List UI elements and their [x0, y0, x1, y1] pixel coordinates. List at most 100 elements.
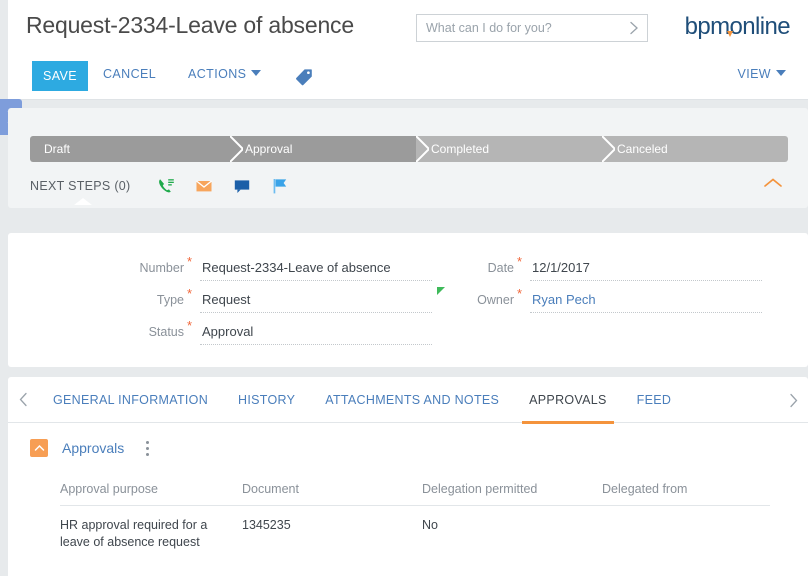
field-status: Status * Approval: [116, 319, 432, 345]
record-fields-card: Number * Request-2334-Leave of absence Ty…: [8, 233, 808, 367]
column-header-delegation-permitted: Delegation permitted: [422, 482, 538, 496]
chevron-up-icon: [764, 178, 782, 187]
tab-feed[interactable]: FEED: [622, 377, 687, 423]
toolbar: SAVE CANCEL ACTIONS VIEW: [8, 56, 808, 100]
section-title[interactable]: Approvals: [62, 440, 124, 456]
tab-label: GENERAL INFORMATION: [53, 392, 209, 407]
stage-completed[interactable]: Completed: [416, 136, 615, 162]
detail-tabs-card: GENERAL INFORMATION HISTORY ATTACHMENTS …: [8, 377, 808, 576]
collapse-stage-panel-button[interactable]: [762, 176, 784, 192]
approvals-grid: Approval purpose Document Delegation per…: [60, 482, 770, 551]
next-steps-label: NEXT STEPS (0): [30, 179, 131, 193]
cancel-button[interactable]: CANCEL: [103, 67, 156, 81]
dot: [145, 446, 149, 450]
tag-icon[interactable]: [295, 68, 313, 86]
field-label: Number *: [116, 255, 192, 275]
field-label-text: Type: [156, 293, 184, 307]
stage-bar: Draft Approval Completed Canceled: [30, 136, 788, 162]
required-marker: *: [186, 318, 192, 333]
tab-label: ATTACHMENTS AND NOTES: [325, 392, 500, 407]
top-header: Request-2334-Leave of absence bpmonline …: [8, 0, 808, 100]
view-label: VIEW: [737, 67, 771, 81]
stage-label: Canceled: [617, 142, 668, 156]
next-steps-quick-actions: [157, 177, 289, 195]
tab-label: HISTORY: [238, 392, 296, 407]
tab-label: FEED: [636, 392, 672, 407]
cell-approval-purpose: HR approval required for a leave of abse…: [60, 518, 208, 549]
search-input[interactable]: [417, 21, 621, 35]
next-steps-row: NEXT STEPS (0): [30, 172, 289, 205]
field-type: Type * Request: [116, 287, 432, 313]
tab-history[interactable]: HISTORY: [223, 377, 310, 423]
search-submit-button[interactable]: [621, 15, 647, 41]
field-label-text: Number: [139, 261, 184, 275]
field-value-type[interactable]: Request: [200, 289, 432, 313]
dot: [145, 440, 149, 444]
brand-part-1: bpm: [684, 13, 730, 40]
stage-label: Approval: [245, 142, 293, 156]
flag-task-icon[interactable]: [271, 177, 289, 195]
title-row: Request-2334-Leave of absence bpmonline: [8, 0, 808, 56]
column-header-document: Document: [242, 482, 299, 496]
grid-header-row: Approval purpose Document Delegation per…: [60, 482, 770, 506]
brand-logo: bpmonline: [684, 13, 791, 41]
section-collapse-button[interactable]: [30, 439, 48, 457]
app-root: Request-2334-Leave of absence bpmonline …: [0, 0, 808, 576]
tab-label: APPROVALS: [529, 392, 607, 407]
chevron-left-icon: [19, 392, 27, 407]
required-marker: *: [516, 286, 522, 301]
field-value-number[interactable]: Request-2334-Leave of absence: [200, 257, 432, 281]
chevron-up-icon: [34, 444, 44, 451]
tabs-strip: GENERAL INFORMATION HISTORY ATTACHMENTS …: [8, 377, 808, 424]
actions-menu-button[interactable]: ACTIONS: [188, 67, 262, 81]
field-label-text: Date: [487, 261, 514, 275]
dot: [145, 452, 149, 456]
required-marker: *: [186, 254, 192, 269]
view-menu-button[interactable]: VIEW: [737, 67, 786, 81]
field-date: Date * 12/1/2017: [446, 255, 762, 281]
field-owner: Owner * Ryan Pech: [437, 287, 762, 313]
tab-attachments-and-notes[interactable]: ATTACHMENTS AND NOTES: [310, 377, 514, 423]
chat-message-icon[interactable]: [233, 177, 251, 195]
chevron-down-icon: [251, 70, 262, 76]
stage-label: Draft: [44, 142, 71, 156]
save-button[interactable]: SAVE: [32, 61, 89, 91]
field-label: Owner *: [437, 287, 522, 307]
field-label-text: Status: [148, 325, 184, 339]
chevron-down-icon: [776, 70, 786, 76]
field-label-text: Owner: [477, 293, 514, 307]
kebab-menu-icon[interactable]: [140, 439, 154, 457]
next-steps-notch: [74, 198, 92, 205]
stage-canceled[interactable]: Canceled: [602, 136, 788, 162]
tabs-scroll-left-button[interactable]: [8, 377, 38, 423]
field-label: Date *: [446, 255, 522, 275]
email-icon[interactable]: [195, 177, 213, 195]
chevron-right-icon: [630, 21, 638, 35]
required-marker: *: [186, 286, 192, 301]
tabs-scroll-right-button[interactable]: [778, 377, 808, 423]
field-value-date[interactable]: 12/1/2017: [530, 257, 762, 281]
stage-label: Completed: [431, 142, 490, 156]
field-label: Type *: [116, 287, 192, 307]
column-header-approval-purpose: Approval purpose: [60, 482, 158, 496]
tab-approvals[interactable]: APPROVALS: [514, 377, 622, 424]
page-title: Request-2334-Leave of absence: [26, 12, 354, 38]
field-number: Number * Request-2334-Leave of absence: [116, 255, 432, 281]
column-header-delegated-from: Delegated from: [602, 482, 688, 496]
chevron-right-icon: [789, 393, 797, 407]
tab-general-information[interactable]: GENERAL INFORMATION: [38, 377, 223, 423]
stage-approval[interactable]: Approval: [230, 136, 429, 162]
phone-call-icon[interactable]: [157, 177, 175, 195]
field-value-status[interactable]: Approval: [200, 321, 432, 345]
table-row[interactable]: HR approval required for a leave of abse…: [60, 506, 770, 551]
cell-delegation-permitted: No: [422, 518, 438, 532]
stage-draft[interactable]: Draft: [30, 136, 243, 162]
process-stage-panel: Draft Approval Completed Canceled NEXT S…: [8, 108, 808, 208]
cell-document[interactable]: 1345235: [242, 517, 422, 534]
brand-part-2: online: [729, 13, 791, 40]
required-marker: *: [516, 254, 522, 269]
global-search[interactable]: [416, 14, 648, 42]
field-value-owner[interactable]: Ryan Pech: [530, 289, 762, 313]
field-label: Status *: [116, 319, 192, 339]
approvals-section-header: Approvals: [30, 439, 154, 457]
